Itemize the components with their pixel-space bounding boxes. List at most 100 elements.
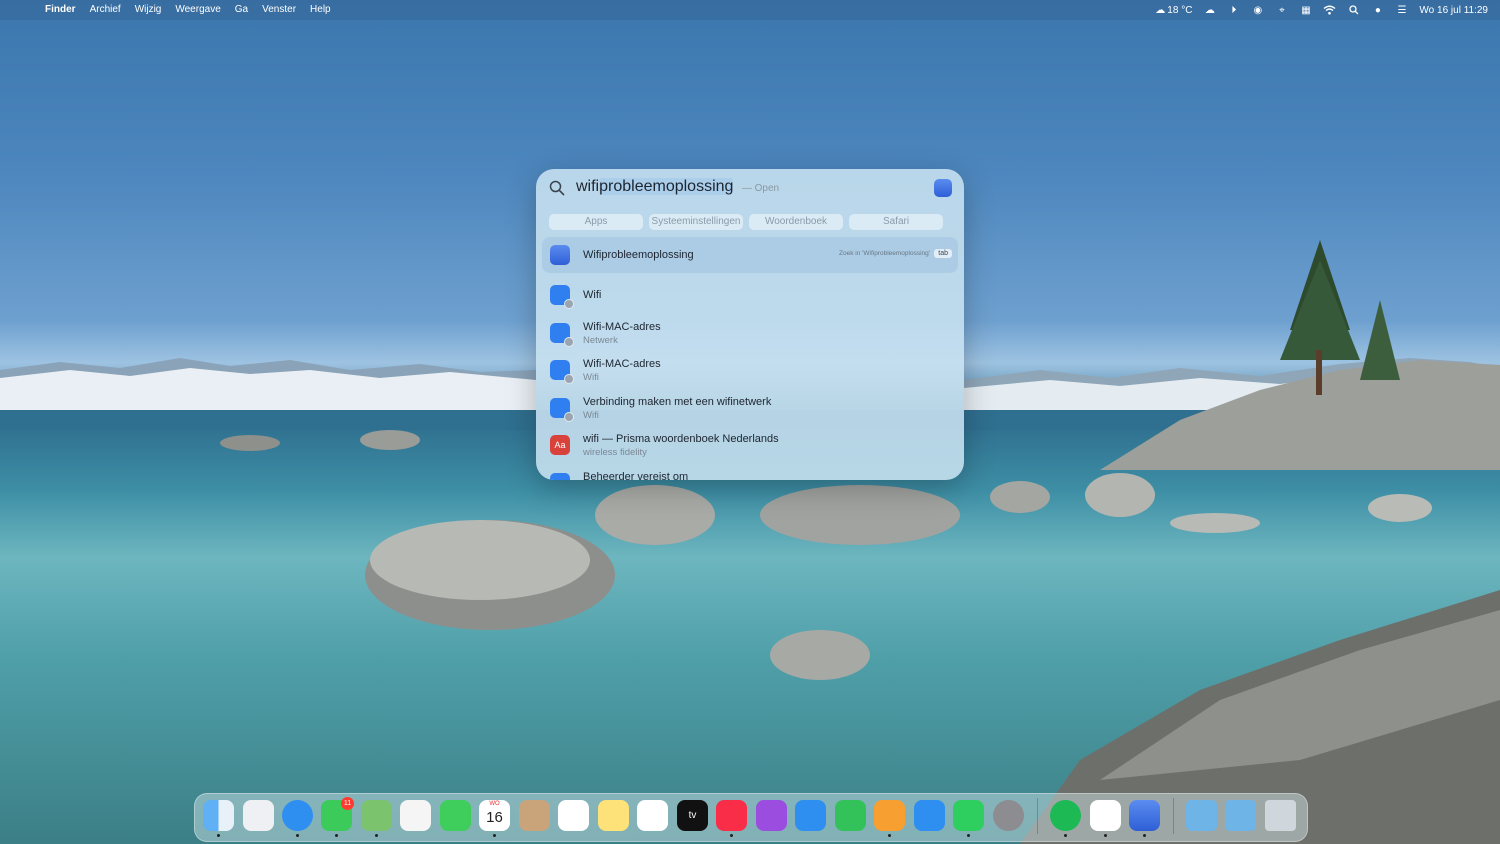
apple-tv-icon[interactable]: tv <box>677 800 708 831</box>
result-title: Beheerder vereist om <box>583 470 689 481</box>
control-center-icon[interactable]: ☰ <box>1395 4 1408 17</box>
calendar-day: 16 <box>486 809 503 826</box>
spotlight-search-icon[interactable] <box>1347 4 1360 17</box>
result-title: wifi — Prisma woordenboek Nederlands <box>583 433 779 445</box>
result-subtitle: Wifi <box>583 409 599 421</box>
tab-key-hint: tab <box>934 249 952 258</box>
dock-separator <box>1037 798 1038 834</box>
spotlight-search-field[interactable]: wifiprobleemoplossing — Open <box>536 169 964 207</box>
icloud-icon[interactable]: ☁ <box>1203 4 1216 17</box>
running-indicator <box>493 834 496 837</box>
launchpad-icon[interactable] <box>243 800 274 831</box>
airdrop-icon[interactable]: ⌖ <box>1275 4 1288 17</box>
keynote-icon[interactable] <box>795 800 826 831</box>
app-store-icon[interactable] <box>914 800 945 831</box>
reminders-icon[interactable] <box>558 800 589 831</box>
running-indicator <box>888 834 891 837</box>
settings-gear-icon <box>564 299 574 309</box>
tab-systeeminstellingen[interactable]: Systeeminstellingen <box>649 214 743 230</box>
keyboard-icon[interactable]: ▦ <box>1299 4 1312 17</box>
result-title: Wifi-MAC-adres <box>583 320 661 333</box>
running-indicator <box>967 834 970 837</box>
user-circle-icon[interactable]: ◉ <box>1251 4 1264 17</box>
wifi-diagnostics-dock-icon[interactable] <box>1129 800 1160 831</box>
wifi-icon[interactable] <box>1323 4 1336 17</box>
menubar-clock[interactable]: Wo 16 jul 11:29 <box>1419 5 1488 16</box>
photos-icon[interactable] <box>400 800 431 831</box>
contacts-icon[interactable] <box>519 800 550 831</box>
tab-woordenboek[interactable]: Woordenboek <box>749 214 843 230</box>
result-subtitle: wireless fidelity <box>583 447 647 458</box>
menu-ga[interactable]: Ga <box>228 0 255 20</box>
result-title: Wifiprobleemoplossing <box>583 249 694 261</box>
applications-folder-icon[interactable] <box>1225 800 1256 831</box>
play-circle-icon[interactable]: ⏵ <box>1227 4 1240 17</box>
result-title: Verbinding maken met een wifinetwerk <box>583 395 772 408</box>
messages-unread-badge: 11 <box>341 797 354 810</box>
finder-icon[interactable] <box>203 800 234 831</box>
maps-icon[interactable] <box>361 800 392 831</box>
result-item[interactable]: Beheerder vereist om <box>542 465 958 481</box>
menu-bar: Finder Archief Wijzig Weergave Ga Venste… <box>0 0 1500 20</box>
pages-icon[interactable] <box>874 800 905 831</box>
trash-icon[interactable] <box>1265 800 1296 831</box>
running-indicator <box>335 834 338 837</box>
tab-safari[interactable]: Safari <box>849 214 943 230</box>
safari-icon[interactable] <box>282 800 313 831</box>
settings-gear-icon <box>564 374 574 384</box>
menu-archief[interactable]: Archief <box>83 0 128 20</box>
running-indicator <box>1104 834 1107 837</box>
calendar-icon[interactable]: WO 16 <box>479 800 510 831</box>
settings-gear-icon <box>564 336 574 347</box>
running-indicator <box>1143 834 1146 837</box>
slack-icon[interactable] <box>1090 800 1121 831</box>
menu-weergave[interactable]: Weergave <box>168 0 227 20</box>
result-item[interactable]: Wifi-MAC-adres Netwerk <box>542 315 958 353</box>
wifi-diagnostics-icon <box>550 245 570 265</box>
wifi-diagnostics-app-icon[interactable] <box>934 179 952 197</box>
result-item[interactable]: Verbinding maken met een wifinetwerk Wif… <box>542 390 958 428</box>
weather-widget[interactable]: ☁ 18 °C <box>1155 5 1192 16</box>
result-item[interactable]: Wifi-MAC-adres Wifi <box>542 352 958 390</box>
music-icon[interactable] <box>716 800 747 831</box>
podcasts-icon[interactable] <box>756 800 787 831</box>
spotlight-query[interactable]: wifiprobleemoplossing — Open <box>576 178 779 196</box>
notes-icon[interactable] <box>598 800 629 831</box>
running-indicator <box>296 834 299 837</box>
spotlight-filter-tabs: Apps Systeeminstellingen Woordenboek Saf… <box>549 214 943 230</box>
downloads-folder-icon[interactable] <box>1186 800 1217 831</box>
numbers-icon[interactable] <box>835 800 866 831</box>
freeform-icon[interactable] <box>637 800 668 831</box>
result-title: Wifi-MAC-adres <box>583 358 661 370</box>
system-settings-icon[interactable] <box>993 800 1024 831</box>
menu-wijzig[interactable]: Wijzig <box>128 0 169 20</box>
menu-venster[interactable]: Venster <box>255 0 303 20</box>
result-item[interactable]: Wifi <box>542 277 958 315</box>
query-open-hint: — Open <box>741 183 780 194</box>
result-title: Wifi <box>583 289 602 301</box>
weather-temperature: 18 °C <box>1167 4 1193 16</box>
spotlight-window: wifiprobleemoplossing — Open Apps Systee… <box>536 169 964 480</box>
tab-apps[interactable]: Apps <box>549 214 643 230</box>
calendar-month: WO <box>489 801 500 807</box>
result-subtitle: Netwerk <box>583 334 618 346</box>
dictionary-icon: Aa <box>550 435 570 455</box>
spotify-icon[interactable] <box>1050 800 1081 831</box>
siri-icon[interactable]: ● <box>1371 4 1384 17</box>
menu-app-name[interactable]: Finder <box>38 0 83 20</box>
magnifier-icon <box>549 180 565 201</box>
settings-gear-icon <box>564 411 574 422</box>
running-indicator <box>375 834 378 837</box>
result-subtitle: Wifi <box>583 372 599 383</box>
result-search-hint: Zoek in 'Wifiprobleemoplossing' <box>839 250 930 257</box>
running-indicator <box>217 834 220 837</box>
spotlight-results-list: Wifiprobleemoplossing Zoek in 'Wifiprobl… <box>542 237 958 480</box>
result-top-hit[interactable]: Wifiprobleemoplossing Zoek in 'Wifiprobl… <box>542 237 958 273</box>
facetime-icon[interactable] <box>440 800 471 831</box>
running-indicator <box>730 834 733 837</box>
result-item[interactable]: Aa wifi — Prisma woordenboek Nederlands … <box>542 427 958 465</box>
cloud-icon: ☁ <box>1155 4 1166 16</box>
dock-separator <box>1173 798 1174 834</box>
whatsapp-icon[interactable] <box>953 800 984 831</box>
menu-help[interactable]: Help <box>303 0 338 20</box>
